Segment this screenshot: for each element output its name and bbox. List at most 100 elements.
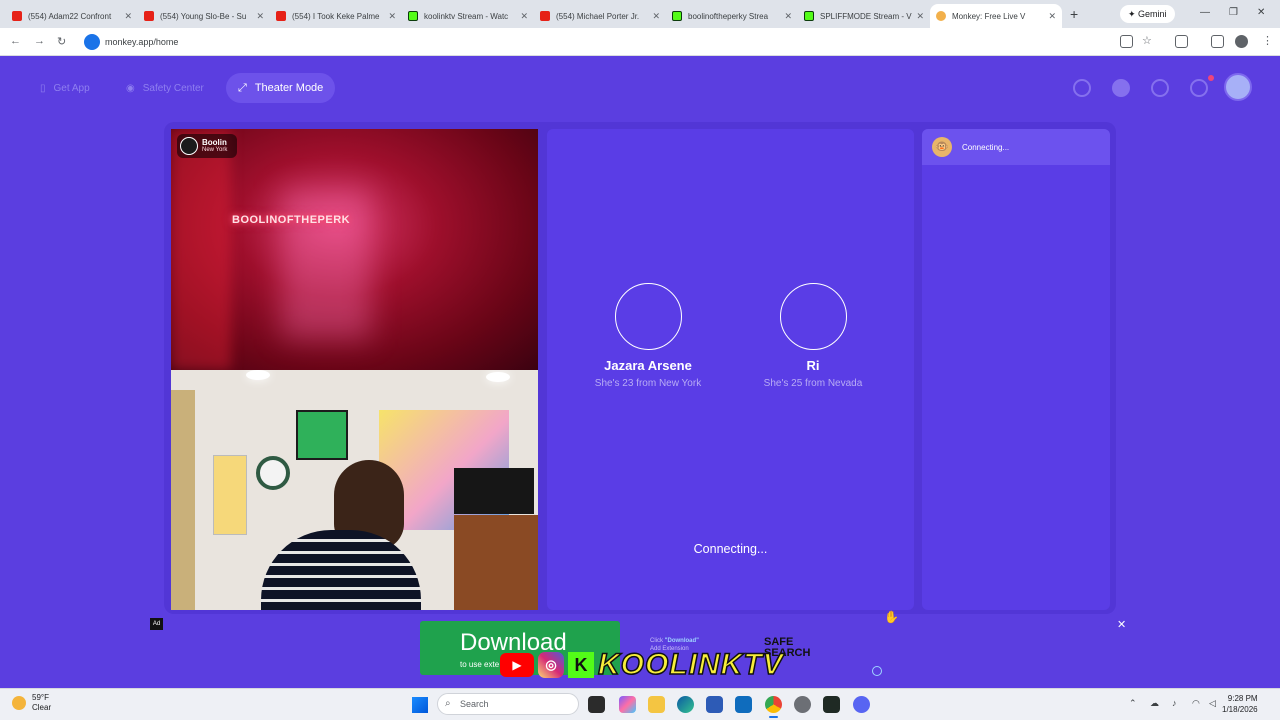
overlay-text: KOOLINKTV	[597, 647, 784, 682]
search-icon[interactable]	[1073, 79, 1091, 97]
monkey-icon: 🐵	[932, 137, 952, 157]
monkey-icon	[936, 11, 946, 21]
moon-icon	[12, 696, 26, 710]
chrome-icon[interactable]	[765, 696, 782, 718]
match-profile[interactable]: Jazara Arsene She's 23 from New York	[568, 283, 728, 389]
close-tab-icon[interactable]: ✕	[520, 11, 528, 22]
profile-name: Jazara Arsene	[604, 358, 692, 373]
browser-tab[interactable]: (554) I Took Keke Palme ✕	[270, 4, 402, 28]
browser-tab-strip: (554) Adam22 Confront ✕ (554) Young Slo-B…	[0, 0, 1280, 28]
theater-mode-button[interactable]: ⤢ Theater Mode	[226, 73, 336, 103]
browser-tab[interactable]: (554) Michael Porter Jr. ✕	[534, 4, 666, 28]
wall-clock	[256, 456, 290, 490]
clock-date: 1/18/2026	[1222, 705, 1258, 714]
close-tab-icon[interactable]: ✕	[388, 11, 396, 22]
site-info-icon[interactable]	[84, 34, 100, 50]
browser-tab[interactable]: (554) Adam22 Confront ✕	[6, 4, 138, 28]
reload-icon[interactable]: ↻	[57, 35, 66, 48]
shield-icon: ◉	[126, 82, 135, 94]
profile-avatar-icon[interactable]	[1235, 35, 1248, 48]
system-clock[interactable]: 9:28 PM 1/18/2026	[1222, 693, 1258, 715]
settings-gear-icon[interactable]	[794, 696, 811, 713]
match-profile[interactable]: Ri She's 25 from Nevada	[733, 283, 893, 389]
copilot-icon[interactable]	[619, 696, 636, 713]
address-bar[interactable]: monkey.app/home	[105, 37, 178, 47]
download-sub: to use exte	[460, 660, 500, 669]
weather-temp: 59°F	[32, 693, 49, 702]
youtube-icon	[540, 11, 550, 21]
profile-name: Ri	[806, 358, 820, 373]
close-tab-icon[interactable]: ✕	[1048, 11, 1056, 22]
close-window-icon[interactable]: ✕	[1257, 7, 1265, 18]
safety-center-button[interactable]: ◉ Safety Center	[114, 73, 216, 103]
close-tab-icon[interactable]: ✕	[652, 11, 660, 22]
close-tab-icon[interactable]: ✕	[784, 11, 792, 22]
eye-off-icon[interactable]	[1120, 35, 1133, 48]
close-tab-icon[interactable]: ✕	[124, 11, 132, 22]
remote-video	[171, 129, 538, 370]
extensions-icon[interactable]	[1175, 35, 1188, 48]
media-control-icon[interactable]	[1211, 35, 1224, 48]
tray-cloud-icon[interactable]: ☁	[1150, 698, 1159, 709]
back-icon[interactable]: ←	[10, 35, 21, 47]
chat-status: Connecting...	[962, 142, 1010, 152]
app-icon[interactable]	[823, 696, 840, 713]
ad-close-button[interactable]: ✕	[1117, 618, 1126, 631]
get-app-button[interactable]: ▯ Get App	[28, 73, 102, 103]
windows-start-icon[interactable]	[412, 697, 428, 713]
youtube-icon: ▶	[500, 653, 534, 677]
tray-chevron-icon[interactable]: ⌃	[1129, 698, 1137, 709]
close-tab-icon[interactable]: ✕	[916, 11, 924, 22]
new-tab-button[interactable]: +	[1070, 6, 1078, 22]
safety-center-label: Safety Center	[142, 82, 204, 94]
browser-tab[interactable]: (554) Young Slo-Be - Su ✕	[138, 4, 270, 28]
chat-header: 🐵 Connecting...	[922, 129, 1110, 165]
search-icon: ⌕	[445, 698, 451, 709]
browser-tab[interactable]: SPLIFFMODE Stream - V ✕	[798, 4, 930, 28]
phone-icon: ▯	[40, 82, 46, 94]
peer-location: New York	[202, 147, 228, 153]
clock-time: 9:28 PM	[1227, 694, 1258, 703]
store-icon[interactable]	[706, 696, 723, 713]
browser-tab-active[interactable]: Monkey: Free Live V ✕	[930, 4, 1062, 28]
outlook-icon[interactable]	[735, 696, 752, 713]
youtube-icon	[276, 11, 286, 21]
task-view-icon[interactable]	[588, 696, 605, 713]
gemini-label: Gemini	[1138, 9, 1167, 19]
weather-condition: Clear	[32, 703, 52, 712]
kick-icon	[672, 11, 682, 21]
minimize-icon[interactable]: —	[1200, 7, 1210, 18]
gemini-button[interactable]: ✦ Gemini	[1120, 5, 1175, 23]
taskbar-search[interactable]: ⌕ Search	[437, 693, 579, 715]
profile-avatar	[614, 283, 682, 350]
close-tab-icon[interactable]: ✕	[256, 11, 264, 22]
ad-click-prefix: Click	[650, 638, 663, 644]
browser-tab[interactable]: boolinoftheperky Strea ✕	[666, 4, 798, 28]
menu-kebab-icon[interactable]: ⋮	[1262, 34, 1273, 47]
discord-icon[interactable]	[853, 696, 870, 713]
history-icon[interactable]	[1151, 79, 1169, 97]
bookmark-star-icon[interactable]: ☆	[1142, 34, 1152, 47]
ad-click-link: "Download"	[664, 638, 700, 644]
friends-icon[interactable]	[1112, 79, 1130, 97]
file-explorer-icon[interactable]	[648, 696, 665, 713]
ad-info-icon[interactable]	[872, 666, 882, 676]
monkey-page: ▯ Get App ◉ Safety Center ⤢ Theater Mode BO…	[0, 57, 1280, 688]
peer-name: Boolin	[202, 138, 227, 147]
theater-mode-label: Theater Mode	[254, 82, 324, 94]
forward-icon[interactable]: →	[34, 35, 45, 47]
edge-icon[interactable]	[677, 696, 694, 713]
peer-tag[interactable]: Boolin New York	[177, 134, 237, 158]
volume-icon[interactable]: ◁	[1209, 698, 1216, 709]
wifi-icon[interactable]: ◠	[1192, 698, 1200, 709]
self-video	[171, 370, 538, 610]
profile-desc: She's 25 from Nevada	[763, 378, 863, 389]
tray-mic-icon[interactable]: ♪	[1172, 698, 1177, 708]
browser-tab[interactable]: koolinktv Stream - Watc ✕	[402, 4, 534, 28]
user-avatar[interactable]	[1224, 73, 1252, 101]
get-app-label: Get App	[53, 82, 90, 94]
instagram-icon: ◎	[538, 652, 564, 678]
chat-bubble-icon[interactable]	[1190, 79, 1208, 97]
weather-widget[interactable]: 59°F Clear	[12, 693, 51, 713]
maximize-icon[interactable]: ❐	[1229, 7, 1238, 18]
